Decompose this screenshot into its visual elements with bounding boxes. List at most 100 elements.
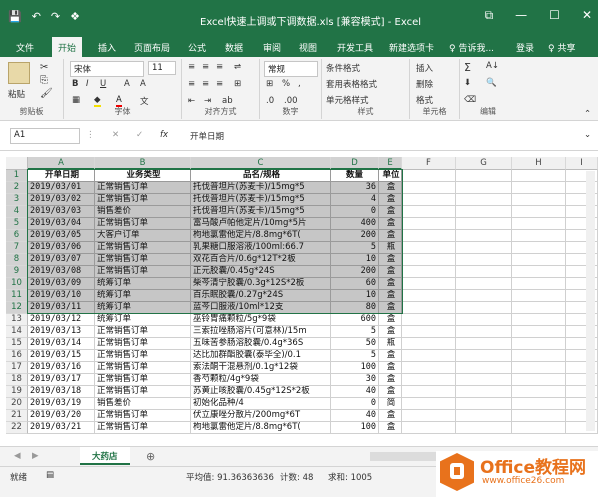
row-header[interactable]: 1: [6, 170, 28, 182]
data-cell[interactable]: 柴芩清宁胶囊/0.3g*12S*2板: [191, 278, 331, 290]
empty-cell[interactable]: [512, 170, 566, 182]
cell-styles-button[interactable]: 单元格样式: [326, 94, 369, 106]
bottom-align-icon[interactable]: ≡: [216, 62, 223, 72]
data-cell[interactable]: 5: [331, 350, 379, 362]
data-cell[interactable]: 销售差价: [95, 398, 191, 410]
restore-icon[interactable]: ⧉: [485, 8, 494, 23]
empty-cell[interactable]: [402, 290, 456, 302]
data-cell[interactable]: 2019/03/08: [28, 266, 95, 278]
data-cell[interactable]: 简: [379, 398, 402, 410]
column-header[interactable]: F: [402, 157, 456, 170]
data-cell[interactable]: 枸地氯雷他定片/8.8mg*6T(: [191, 230, 331, 242]
data-cell[interactable]: 100: [331, 422, 379, 434]
row-header[interactable]: 3: [6, 194, 28, 206]
empty-cell[interactable]: [402, 326, 456, 338]
data-cell[interactable]: 2019/03/19: [28, 398, 95, 410]
tab-file[interactable]: 文件: [16, 41, 34, 54]
header-cell[interactable]: 开单日期: [28, 170, 95, 182]
data-cell[interactable]: 2019/03/20: [28, 410, 95, 422]
data-cell[interactable]: 2019/03/11: [28, 302, 95, 314]
empty-cell[interactable]: [402, 302, 456, 314]
data-cell[interactable]: 2019/03/01: [28, 182, 95, 194]
data-cell[interactable]: 正常销售订单: [95, 410, 191, 422]
data-cell[interactable]: 100: [331, 362, 379, 374]
vertical-scrollbar[interactable]: [586, 171, 595, 431]
row-header[interactable]: 19: [6, 386, 28, 398]
empty-cell[interactable]: [512, 398, 566, 410]
underline-button[interactable]: U: [100, 79, 106, 89]
data-cell[interactable]: 百乐眠胶囊/0.27g*24S: [191, 290, 331, 302]
data-cell[interactable]: 富马酸卢帕他定片/10mg*5片: [191, 218, 331, 230]
row-header[interactable]: 22: [6, 422, 28, 434]
data-cell[interactable]: 盒: [379, 278, 402, 290]
row-header[interactable]: 14: [6, 326, 28, 338]
empty-cell[interactable]: [456, 266, 512, 278]
empty-cell[interactable]: [456, 398, 512, 410]
tab-formulas[interactable]: 公式: [188, 41, 206, 54]
data-cell[interactable]: 2019/03/03: [28, 206, 95, 218]
row-header[interactable]: 16: [6, 350, 28, 362]
empty-cell[interactable]: [402, 254, 456, 266]
merge-icon[interactable]: ⊞: [234, 79, 241, 89]
delete-cells-button[interactable]: 删除: [416, 78, 433, 90]
column-header[interactable]: H: [512, 157, 566, 170]
row-header[interactable]: 11: [6, 290, 28, 302]
empty-cell[interactable]: [512, 266, 566, 278]
empty-cell[interactable]: [512, 182, 566, 194]
data-cell[interactable]: 2019/03/04: [28, 218, 95, 230]
comma-icon[interactable]: ,: [298, 79, 301, 89]
italic-button[interactable]: I: [86, 79, 89, 89]
data-cell[interactable]: 正常销售订单: [95, 350, 191, 362]
paste-icon[interactable]: [8, 62, 30, 84]
data-cell[interactable]: 盒: [379, 374, 402, 386]
close-button[interactable]: ✕: [582, 8, 592, 23]
empty-cell[interactable]: [402, 386, 456, 398]
data-cell[interactable]: 0: [331, 398, 379, 410]
data-cell[interactable]: 托伐普坦片(苏麦卡)/15mg*5: [191, 194, 331, 206]
data-cell[interactable]: 正常销售订单: [95, 266, 191, 278]
empty-cell[interactable]: [456, 410, 512, 422]
empty-cell[interactable]: [456, 254, 512, 266]
data-cell[interactable]: 2019/03/14: [28, 338, 95, 350]
data-cell[interactable]: 正常销售订单: [95, 218, 191, 230]
font-name-box[interactable]: 宋体: [70, 61, 144, 77]
cancel-icon[interactable]: ✕: [112, 130, 119, 140]
row-header[interactable]: 7: [6, 242, 28, 254]
data-cell[interactable]: 盒: [379, 266, 402, 278]
header-cell[interactable]: 业务类型: [95, 170, 191, 182]
data-cell[interactable]: 瓶: [379, 242, 402, 254]
data-cell[interactable]: 80: [331, 302, 379, 314]
data-cell[interactable]: 盒: [379, 194, 402, 206]
conditional-format-button[interactable]: 条件格式: [326, 62, 360, 74]
empty-cell[interactable]: [456, 338, 512, 350]
empty-cell[interactable]: [456, 326, 512, 338]
empty-cell[interactable]: [402, 410, 456, 422]
empty-cell[interactable]: [402, 194, 456, 206]
column-header[interactable]: C: [191, 157, 331, 170]
next-sheet-icon[interactable]: ▶: [32, 451, 39, 461]
font-size-box[interactable]: 11: [148, 61, 176, 75]
cut-icon[interactable]: ✂: [40, 62, 48, 73]
empty-cell[interactable]: [512, 410, 566, 422]
redo-icon[interactable]: ↷: [51, 10, 60, 23]
decrease-indent-icon[interactable]: ⇤: [188, 96, 195, 106]
data-cell[interactable]: 30: [331, 374, 379, 386]
empty-cell[interactable]: [512, 374, 566, 386]
data-cell[interactable]: 50: [331, 338, 379, 350]
data-cell[interactable]: 枸地氯雷他定片/8.8mg*6T(: [191, 422, 331, 434]
right-align-icon[interactable]: ≡: [216, 79, 223, 89]
empty-cell[interactable]: [456, 302, 512, 314]
data-cell[interactable]: 40: [331, 386, 379, 398]
insert-cells-button[interactable]: 插入: [416, 62, 433, 74]
select-all-corner[interactable]: [6, 157, 28, 170]
data-cell[interactable]: 正常销售订单: [95, 386, 191, 398]
sheet-tab-active[interactable]: 大药店: [80, 447, 130, 465]
bold-button[interactable]: B: [72, 79, 78, 89]
data-cell[interactable]: 2019/03/15: [28, 350, 95, 362]
data-cell[interactable]: 2019/03/10: [28, 290, 95, 302]
empty-cell[interactable]: [456, 386, 512, 398]
empty-cell[interactable]: [456, 182, 512, 194]
empty-cell[interactable]: [402, 242, 456, 254]
row-header[interactable]: 15: [6, 338, 28, 350]
undo-icon[interactable]: ↶: [32, 10, 41, 23]
